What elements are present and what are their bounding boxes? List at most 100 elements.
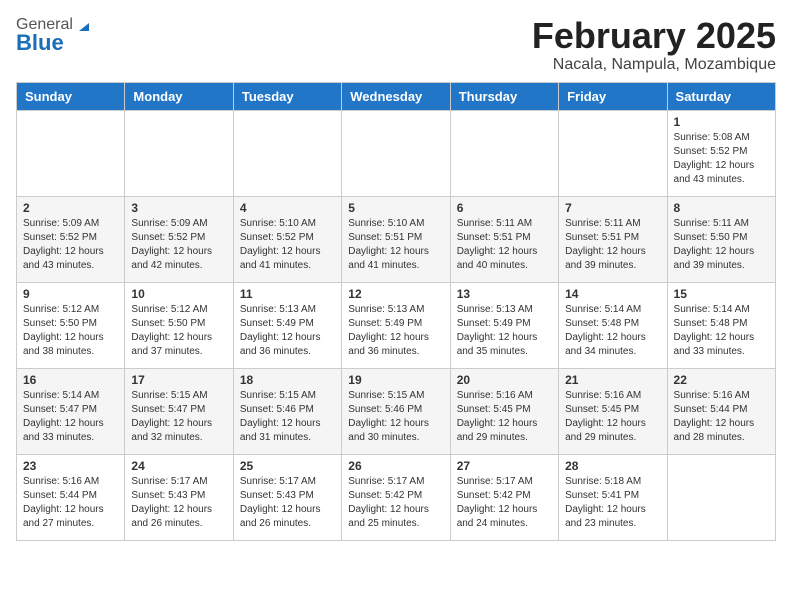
- calendar-cell: 26 Sunrise: 5:17 AM Sunset: 5:42 PM Dayli…: [342, 454, 450, 540]
- calendar-cell: 23 Sunrise: 5:16 AM Sunset: 5:44 PM Dayli…: [17, 454, 125, 540]
- day-number: 3: [131, 201, 226, 215]
- calendar-cell: 11 Sunrise: 5:13 AM Sunset: 5:49 PM Dayli…: [233, 282, 341, 368]
- day-info: Sunrise: 5:15 AM Sunset: 5:47 PM Dayligh…: [131, 389, 226, 445]
- calendar-week-row: 16Sunrise: 5:14 AM Sunset: 5:47 PM Dayli…: [17, 368, 776, 454]
- title-block: February 2025 Nacala, Nampula, Mozambiqu…: [532, 16, 776, 74]
- calendar-cell: 27Sunrise: 5:17 AM Sunset: 5:42 PM Dayli…: [450, 454, 558, 540]
- calendar-week-row: 23 Sunrise: 5:16 AM Sunset: 5:44 PM Dayli…: [17, 454, 776, 540]
- day-info: Sunrise: 5:16 AM Sunset: 5:45 PM Dayligh…: [457, 389, 552, 445]
- day-number: 11: [240, 287, 335, 301]
- calendar-header-row: SundayMondayTuesdayWednesdayThursdayFrid…: [17, 82, 776, 110]
- calendar-cell: 17Sunrise: 5:15 AM Sunset: 5:47 PM Dayli…: [125, 368, 233, 454]
- logo-icon: [75, 17, 91, 33]
- calendar-week-row: 1 Sunrise: 5:08 AM Sunset: 5:52 PM Daylig…: [17, 110, 776, 196]
- day-info: Sunrise: 5:08 AM Sunset: 5:52 PM Dayligh…: [674, 131, 769, 187]
- day-info: Sunrise: 5:09 AM Sunset: 5:52 PM Dayligh…: [131, 217, 226, 273]
- day-number: 14: [565, 287, 660, 301]
- day-number: 26: [348, 459, 443, 473]
- logo: General Blue: [16, 16, 91, 56]
- day-info: Sunrise: 5:16 AM Sunset: 5:44 PM Dayligh…: [23, 475, 118, 531]
- day-info: Sunrise: 5:17 AM Sunset: 5:42 PM Dayligh…: [457, 475, 552, 531]
- calendar-cell: 4 Sunrise: 5:10 AM Sunset: 5:52 PM Daylig…: [233, 196, 341, 282]
- calendar-cell: 13Sunrise: 5:13 AM Sunset: 5:49 PM Dayli…: [450, 282, 558, 368]
- page-header: General Blue February 2025 Nacala, Nampu…: [16, 16, 776, 74]
- calendar-cell: 15 Sunrise: 5:14 AM Sunset: 5:48 PM Dayli…: [667, 282, 775, 368]
- calendar-header-monday: Monday: [125, 82, 233, 110]
- calendar-cell: 8Sunrise: 5:11 AM Sunset: 5:50 PM Daylig…: [667, 196, 775, 282]
- day-number: 25: [240, 459, 335, 473]
- day-info: Sunrise: 5:15 AM Sunset: 5:46 PM Dayligh…: [348, 389, 443, 445]
- day-number: 12: [348, 287, 443, 301]
- day-info: Sunrise: 5:14 AM Sunset: 5:48 PM Dayligh…: [565, 303, 660, 359]
- calendar-cell: 16Sunrise: 5:14 AM Sunset: 5:47 PM Dayli…: [17, 368, 125, 454]
- day-info: Sunrise: 5:10 AM Sunset: 5:51 PM Dayligh…: [348, 217, 443, 273]
- calendar-cell: 22 Sunrise: 5:16 AM Sunset: 5:44 PM Dayli…: [667, 368, 775, 454]
- calendar-cell: 2 Sunrise: 5:09 AM Sunset: 5:52 PM Daylig…: [17, 196, 125, 282]
- calendar-cell: 24 Sunrise: 5:17 AM Sunset: 5:43 PM Dayli…: [125, 454, 233, 540]
- logo-blue-text: Blue: [16, 30, 64, 56]
- day-number: 2: [23, 201, 118, 215]
- calendar-cell: [450, 110, 558, 196]
- day-number: 20: [457, 373, 552, 387]
- day-info: Sunrise: 5:12 AM Sunset: 5:50 PM Dayligh…: [23, 303, 118, 359]
- day-info: Sunrise: 5:14 AM Sunset: 5:47 PM Dayligh…: [23, 389, 118, 445]
- calendar-cell: 10 Sunrise: 5:12 AM Sunset: 5:50 PM Dayli…: [125, 282, 233, 368]
- day-number: 10: [131, 287, 226, 301]
- day-number: 1: [674, 115, 769, 129]
- day-number: 19: [348, 373, 443, 387]
- day-number: 23: [23, 459, 118, 473]
- location-text: Nacala, Nampula, Mozambique: [532, 56, 776, 74]
- calendar-cell: 9 Sunrise: 5:12 AM Sunset: 5:50 PM Daylig…: [17, 282, 125, 368]
- day-info: Sunrise: 5:10 AM Sunset: 5:52 PM Dayligh…: [240, 217, 335, 273]
- calendar-cell: 18 Sunrise: 5:15 AM Sunset: 5:46 PM Dayli…: [233, 368, 341, 454]
- calendar-cell: 20 Sunrise: 5:16 AM Sunset: 5:45 PM Dayli…: [450, 368, 558, 454]
- day-number: 7: [565, 201, 660, 215]
- calendar-header-friday: Friday: [559, 82, 667, 110]
- month-title: February 2025: [532, 16, 776, 56]
- day-info: Sunrise: 5:11 AM Sunset: 5:51 PM Dayligh…: [565, 217, 660, 273]
- day-number: 15: [674, 287, 769, 301]
- calendar-cell: [233, 110, 341, 196]
- day-number: 6: [457, 201, 552, 215]
- day-info: Sunrise: 5:17 AM Sunset: 5:42 PM Dayligh…: [348, 475, 443, 531]
- day-number: 24: [131, 459, 226, 473]
- calendar-header-saturday: Saturday: [667, 82, 775, 110]
- day-info: Sunrise: 5:09 AM Sunset: 5:52 PM Dayligh…: [23, 217, 118, 273]
- day-info: Sunrise: 5:17 AM Sunset: 5:43 PM Dayligh…: [240, 475, 335, 531]
- calendar-cell: 3 Sunrise: 5:09 AM Sunset: 5:52 PM Daylig…: [125, 196, 233, 282]
- calendar-cell: 28Sunrise: 5:18 AM Sunset: 5:41 PM Dayli…: [559, 454, 667, 540]
- calendar-cell: 21Sunrise: 5:16 AM Sunset: 5:45 PM Dayli…: [559, 368, 667, 454]
- day-number: 4: [240, 201, 335, 215]
- day-info: Sunrise: 5:14 AM Sunset: 5:48 PM Dayligh…: [674, 303, 769, 359]
- calendar-cell: [125, 110, 233, 196]
- day-number: 21: [565, 373, 660, 387]
- calendar-table: SundayMondayTuesdayWednesdayThursdayFrid…: [16, 82, 776, 541]
- calendar-header-thursday: Thursday: [450, 82, 558, 110]
- calendar-header-sunday: Sunday: [17, 82, 125, 110]
- day-info: Sunrise: 5:18 AM Sunset: 5:41 PM Dayligh…: [565, 475, 660, 531]
- day-info: Sunrise: 5:13 AM Sunset: 5:49 PM Dayligh…: [240, 303, 335, 359]
- calendar-cell: [559, 110, 667, 196]
- calendar-cell: 1 Sunrise: 5:08 AM Sunset: 5:52 PM Daylig…: [667, 110, 775, 196]
- calendar-cell: 12 Sunrise: 5:13 AM Sunset: 5:49 PM Dayli…: [342, 282, 450, 368]
- calendar-cell: [17, 110, 125, 196]
- day-number: 5: [348, 201, 443, 215]
- calendar-header-wednesday: Wednesday: [342, 82, 450, 110]
- day-number: 13: [457, 287, 552, 301]
- calendar-week-row: 9 Sunrise: 5:12 AM Sunset: 5:50 PM Daylig…: [17, 282, 776, 368]
- day-number: 18: [240, 373, 335, 387]
- calendar-cell: [342, 110, 450, 196]
- day-number: 8: [674, 201, 769, 215]
- day-info: Sunrise: 5:15 AM Sunset: 5:46 PM Dayligh…: [240, 389, 335, 445]
- day-info: Sunrise: 5:13 AM Sunset: 5:49 PM Dayligh…: [348, 303, 443, 359]
- calendar-header-tuesday: Tuesday: [233, 82, 341, 110]
- calendar-cell: 14 Sunrise: 5:14 AM Sunset: 5:48 PM Dayli…: [559, 282, 667, 368]
- day-info: Sunrise: 5:12 AM Sunset: 5:50 PM Dayligh…: [131, 303, 226, 359]
- calendar-cell: 7 Sunrise: 5:11 AM Sunset: 5:51 PM Daylig…: [559, 196, 667, 282]
- calendar-week-row: 2 Sunrise: 5:09 AM Sunset: 5:52 PM Daylig…: [17, 196, 776, 282]
- day-number: 9: [23, 287, 118, 301]
- calendar-cell: [667, 454, 775, 540]
- day-info: Sunrise: 5:16 AM Sunset: 5:44 PM Dayligh…: [674, 389, 769, 445]
- day-info: Sunrise: 5:17 AM Sunset: 5:43 PM Dayligh…: [131, 475, 226, 531]
- day-number: 22: [674, 373, 769, 387]
